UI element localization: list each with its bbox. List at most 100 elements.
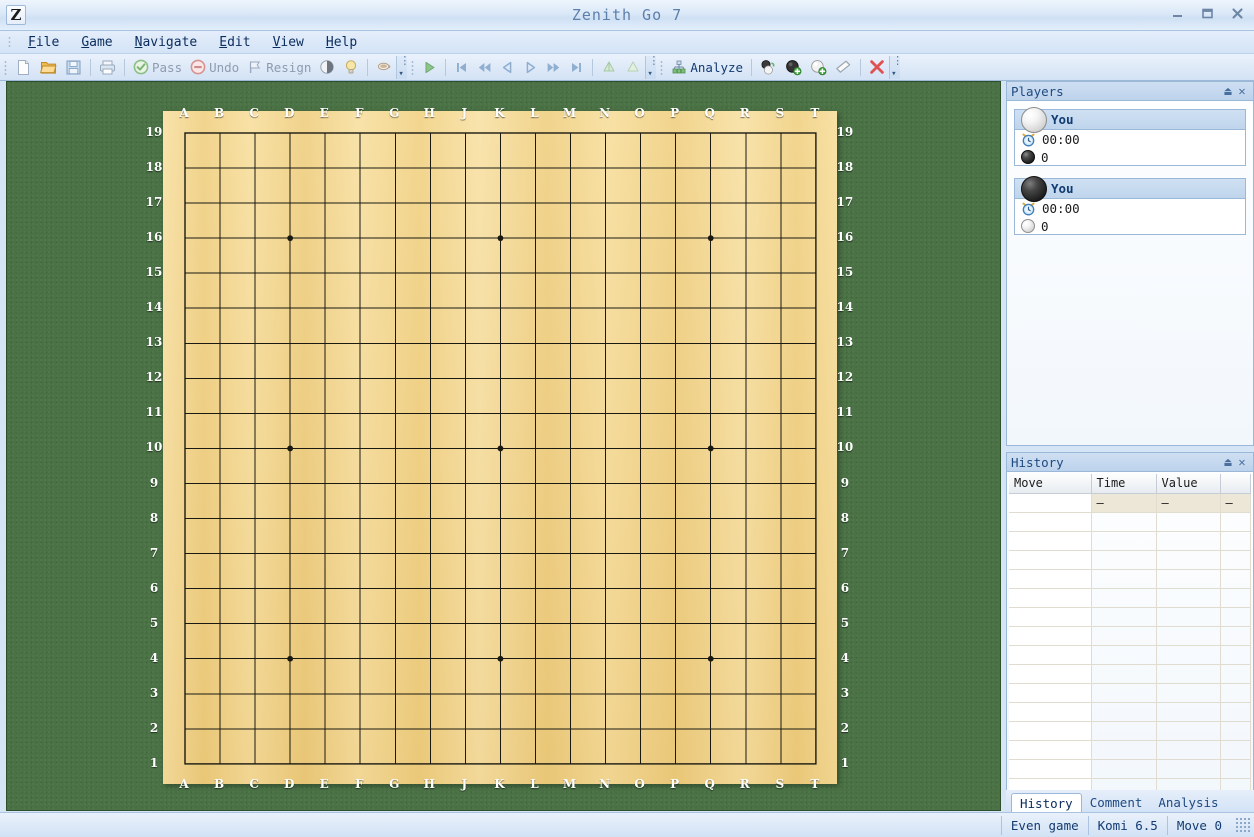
history-row[interactable] <box>1009 607 1251 627</box>
history-cell <box>1220 569 1251 589</box>
history-cell <box>1091 569 1157 589</box>
toolbar-overflow-3[interactable] <box>889 54 903 79</box>
history-col-blank[interactable] <box>1220 474 1251 494</box>
toolbar-overflow-2[interactable] <box>645 54 659 79</box>
add-white-stone-button[interactable] <box>807 56 830 78</box>
toolbar-grip-2[interactable] <box>411 59 415 75</box>
go-board[interactable] <box>163 111 837 784</box>
pin-icon[interactable]: ⏏ <box>1221 455 1235 469</box>
player-card-white[interactable]: You 00:00 0 <box>1014 107 1246 166</box>
toolbar-grip-1[interactable] <box>4 59 7 75</box>
row-label-10-left: 10 <box>145 440 163 455</box>
menu-navigate[interactable]: Navigate <box>124 33 209 52</box>
analyze-button[interactable]: Analyze <box>668 56 746 78</box>
undo-button[interactable]: Undo <box>187 56 242 78</box>
history-cell <box>1091 740 1157 760</box>
history-col-value[interactable]: Value <box>1156 474 1221 494</box>
history-table-body[interactable]: – – – <box>1009 493 1251 798</box>
tab-analysis[interactable]: Analysis <box>1150 793 1226 812</box>
menu-game[interactable]: Game <box>70 33 123 52</box>
history-row[interactable] <box>1009 721 1251 741</box>
history-row[interactable] <box>1009 512 1251 532</box>
menu-grip[interactable] <box>8 35 11 49</box>
open-file-button[interactable] <box>37 56 60 78</box>
player-card-black[interactable]: You 00:00 0 <box>1014 176 1246 235</box>
pass-button[interactable]: Pass <box>130 56 185 78</box>
history-cell <box>1220 512 1251 532</box>
history-cell <box>1009 626 1092 646</box>
coffee-cup-button[interactable] <box>373 56 395 78</box>
tab-comment[interactable]: Comment <box>1082 793 1151 812</box>
forward-button[interactable] <box>543 56 564 78</box>
rewind-button[interactable] <box>474 56 495 78</box>
tab-history[interactable]: History <box>1011 793 1082 812</box>
score-estimate-button[interactable] <box>316 56 338 78</box>
row-label-5-left: 5 <box>149 615 159 630</box>
history-cell <box>1220 626 1251 646</box>
branch-up-button[interactable] <box>598 56 620 78</box>
history-row[interactable] <box>1009 740 1251 760</box>
history-cell <box>1220 702 1251 722</box>
column-label-G-bottom: G <box>389 776 400 791</box>
history-row[interactable] <box>1009 550 1251 570</box>
history-row[interactable] <box>1009 683 1251 703</box>
last-move-button[interactable] <box>566 56 587 78</box>
row-label-1-left: 1 <box>149 755 159 770</box>
history-row[interactable] <box>1009 645 1251 665</box>
history-cell <box>1009 550 1092 570</box>
save-file-button[interactable] <box>62 56 85 78</box>
maximize-button[interactable] <box>1197 4 1218 22</box>
play-button[interactable] <box>419 56 440 78</box>
close-button[interactable] <box>1227 4 1248 22</box>
next-move-button[interactable] <box>520 56 541 78</box>
hint-bulb-button[interactable] <box>340 56 362 78</box>
toolbar-overflow-1[interactable] <box>396 54 410 79</box>
resize-grip[interactable] <box>1235 817 1251 833</box>
branch-down-button[interactable] <box>622 56 644 78</box>
history-row[interactable] <box>1009 588 1251 608</box>
new-game-button[interactable] <box>12 56 35 78</box>
print-button[interactable] <box>96 56 119 78</box>
close-icon[interactable]: ✕ <box>1235 84 1249 98</box>
menu-view[interactable]: View <box>262 33 315 52</box>
row-label-19-left: 19 <box>145 125 163 139</box>
add-black-stone-button[interactable] <box>782 56 805 78</box>
history-col-time[interactable]: Time <box>1091 474 1157 494</box>
history-row[interactable] <box>1009 759 1251 779</box>
history-cell: – <box>1220 493 1251 513</box>
eraser-button[interactable] <box>832 56 855 78</box>
toolbar-grip-3[interactable] <box>660 59 664 75</box>
menu-file[interactable]: File <box>17 33 70 52</box>
row-label-15-left: 15 <box>145 265 163 280</box>
menu-edit[interactable]: Edit <box>208 33 261 52</box>
history-cell <box>1091 588 1157 608</box>
delete-button[interactable] <box>866 56 888 78</box>
alternate-stone-button[interactable] <box>757 56 780 78</box>
history-cell <box>1156 740 1221 760</box>
menu-view-rest: iew <box>280 34 304 50</box>
pin-icon[interactable]: ⏏ <box>1221 84 1235 98</box>
prev-move-button[interactable] <box>497 56 518 78</box>
history-cell <box>1156 531 1221 551</box>
history-cell <box>1009 683 1092 703</box>
history-col-move[interactable]: Move <box>1009 474 1092 494</box>
history-cell <box>1091 512 1157 532</box>
history-cell <box>1156 645 1221 665</box>
history-row[interactable] <box>1009 531 1251 551</box>
first-move-button[interactable] <box>451 56 472 78</box>
history-row[interactable] <box>1009 626 1251 646</box>
history-row[interactable] <box>1009 702 1251 722</box>
analyze-button-label: Analyze <box>690 59 744 75</box>
board-area[interactable]: A A B B C C D D E E F F G G H H J J K K L L M M N N O O P P Q Q R R S S T T 19… <box>6 81 1001 811</box>
row-label-6-right: 6 <box>840 580 850 595</box>
history-row[interactable] <box>1009 569 1251 589</box>
history-row[interactable]: – – – <box>1009 493 1251 513</box>
player-captures-row-black: 0 <box>1015 217 1245 235</box>
menu-help[interactable]: Help <box>315 33 368 52</box>
resign-button[interactable]: Resign <box>244 56 314 78</box>
minimize-button[interactable] <box>1167 4 1188 22</box>
menu-file-rest: ile <box>35 34 60 50</box>
close-icon[interactable]: ✕ <box>1235 455 1249 469</box>
history-row[interactable] <box>1009 664 1251 684</box>
history-cell <box>1091 626 1157 646</box>
